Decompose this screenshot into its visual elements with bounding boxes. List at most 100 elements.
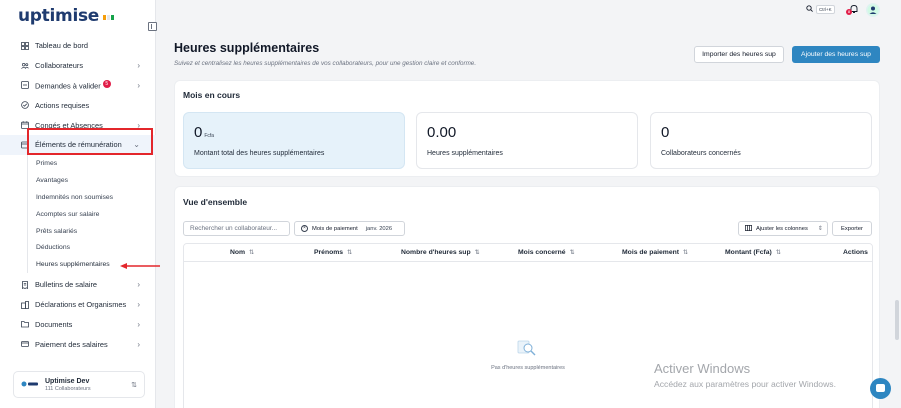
avatar[interactable] [866,3,880,17]
current-month-title: Mois en cours [183,90,241,100]
search-shortcut: Ctrl+K [816,5,835,14]
import-button[interactable]: Importer des heures sup [694,46,784,63]
chevron-right-icon: › [137,319,140,329]
stat-label: Collaborateurs concernés [661,150,741,157]
subnav-item-deductions[interactable]: Déductions [28,239,155,256]
sidebar-item-collaborateurs[interactable]: Collaborateurs › [0,56,156,76]
column-label: Nombre d'heures sup [401,249,471,256]
stat-value: 0.00 [427,124,457,141]
check-circle-icon [21,101,29,110]
sidebar-item-label: Documents [35,319,73,329]
org-name: Uptimise Dev [45,377,90,385]
adjust-columns-button[interactable]: Ajuster les colonnes ⇕ [738,221,828,236]
payment-month-filter[interactable]: × Mois de paiement janv. 2026 [294,221,405,236]
stat-value: 0 [661,124,670,141]
sidebar-nav-secondary: Bulletins de salaire › Déclarations et O… [0,275,156,354]
chevron-right-icon: › [137,280,140,290]
windows-watermark-title: Activer Windows [654,361,751,376]
stat-overtime-hours: 0.00 Heures supplémentaires [416,112,638,169]
sidebar-item-label: Actions requises [35,100,90,110]
sidebar-item-bulletins[interactable]: Bulletins de salaire › [0,275,156,295]
dashboard-icon [21,41,29,50]
chevron-right-icon: › [137,80,140,90]
chat-support-icon[interactable] [870,378,891,399]
stat-value: 0 Fcfa [194,124,214,141]
flag-icon [103,15,115,20]
employee-search-input[interactable]: Rechercher un collaborateur... [183,221,290,236]
sidebar-item-dashboard[interactable]: Tableau de bord [0,36,156,56]
table-header: Nom ⇅ Prénoms ⇅ Nombre d'heures sup ⇅ Mois … [184,244,872,262]
sidebar-item-documents[interactable]: Documents › [0,315,156,335]
sidebar-collapse-icon[interactable] [148,22,157,31]
export-button[interactable]: Exporter [832,221,872,236]
column-label: Montant (Fcfa) [725,249,772,256]
notification-count-badge: 8 [846,9,852,15]
chevron-right-icon: › [137,339,140,349]
sidebar-item-remuneration[interactable]: Éléments de rémunération ⌄ [0,134,156,155]
sort-icon: ⇅ [569,250,575,256]
add-overtime-button[interactable]: Ajouter des heures sup [792,46,880,63]
stat-unit: Fcfa [204,133,215,139]
stat-label: Montant total des heures supplémentaires [194,150,325,157]
column-header-prenoms[interactable]: Prénoms ⇅ [314,249,352,256]
receipt-icon [21,280,29,289]
chevron-right-icon: › [137,120,140,130]
organization-switcher[interactable]: Uptimise Dev 111 Collaborateurs ⇅ [13,371,145,398]
stat-total-amount: 0 Fcfa Montant total des heures supplémen… [183,112,405,169]
stat-label: Heures supplémentaires [427,150,503,157]
sidebar-nav: Tableau de bord Collaborateurs › Demande… [0,36,156,155]
sidebar-item-label: Collaborateurs [35,61,84,71]
users-icon [21,62,29,70]
subnav-item-indemnites[interactable]: Indemnités non soumises [28,189,155,206]
column-header-mois-paiement[interactable]: Mois de paiement ⇅ [622,249,688,256]
overview-card: Vue d'ensemble Rechercher un collaborate… [174,186,880,408]
sidebar-item-actions[interactable]: Actions requises [0,95,156,115]
sidebar-item-label: Déclarations et Organismes [35,300,127,310]
org-logo-icon [21,380,41,390]
logo-text: uptimise [18,6,100,26]
sidebar-item-label: Demandes à valider 5 [35,80,137,91]
building-icon [21,300,29,309]
sidebar-item-label: Paiement des salaires [35,339,108,349]
page-subtitle: Suivez et centralisez les heures supplém… [174,60,477,67]
filter-value: janv. 2026 [365,225,393,232]
column-header-nom[interactable]: Nom ⇅ [230,249,254,256]
columns-icon [745,224,752,233]
column-label: Mois concerné [518,249,566,256]
stat-number: 0 [194,124,203,141]
app-logo[interactable]: uptimise [18,6,115,26]
scrollbar[interactable] [895,300,899,340]
column-header-montant[interactable]: Montant (Fcfa) ⇅ [725,249,781,256]
global-search[interactable]: Ctrl+K [806,4,838,15]
sidebar-item-label: Éléments de rémunération [35,140,122,150]
folder-icon [21,320,29,328]
sidebar-item-declarations[interactable]: Déclarations et Organismes › [0,295,156,315]
filter-label: Mois de paiement [312,225,358,232]
column-header-nombre-heures[interactable]: Nombre d'heures sup ⇅ [401,249,480,256]
chevron-up-down-icon: ⇅ [131,381,137,389]
sort-icon: ⇅ [249,250,255,256]
chevron-right-icon: › [137,300,140,310]
stat-employees: 0 Collaborateurs concernés [650,112,872,169]
sidebar-item-demandes[interactable]: Demandes à valider 5 › [0,76,156,96]
sidebar: uptimise Tableau de bord Collaborateurs … [0,0,157,408]
chevron-right-icon: › [137,61,140,71]
page-title: Heures supplémentaires [174,41,320,55]
empty-state-text: Pas d'heures supplémentaires [491,365,565,371]
calendar-icon [21,121,29,129]
sidebar-item-conges[interactable]: Congés et Absences › [0,115,156,135]
clear-filter-icon[interactable]: × [301,225,308,232]
card-icon [21,340,29,348]
subnav-item-avantages[interactable]: Avantages [28,172,155,189]
inbox-icon [21,81,29,90]
column-header-mois-concerne[interactable]: Mois concerné ⇅ [518,249,575,256]
sidebar-item-paiement[interactable]: Paiement des salaires › [0,334,156,354]
windows-watermark-subtitle: Accédez aux paramètres pour activer Wind… [654,379,836,389]
sidebar-item-label: Bulletins de salaire [35,280,98,290]
subnav-item-primes[interactable]: Primes [28,155,155,172]
subnav-item-prets[interactable]: Prêts salariés [28,223,155,240]
column-label: Mois de paiement [622,249,680,256]
subnav-item-acomptes[interactable]: Acomptes sur salaire [28,206,155,223]
sidebar-subnav: Primes Avantages Indemnités non soumises… [27,155,155,274]
chevron-up-down-icon: ⇕ [817,225,823,232]
